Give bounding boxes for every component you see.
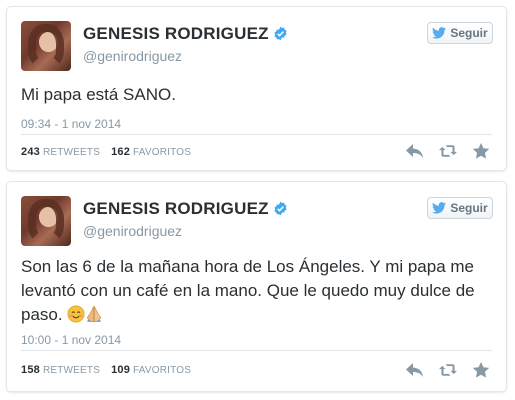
divider (21, 350, 492, 351)
tweet-actions (406, 143, 490, 159)
display-name[interactable]: GENESIS RODRIGUEZ (83, 199, 288, 219)
retweets-label: RETWEETS (42, 147, 101, 158)
favorites-label: FAVORITOS (133, 147, 192, 158)
display-name-text[interactable]: GENESIS RODRIGUEZ (83, 24, 269, 43)
tweet-stats: 243 RETWEETS 162 FAVORITOS (21, 146, 199, 158)
display-name-text[interactable]: GENESIS RODRIGUEZ (83, 199, 269, 218)
praying-hands-icon (87, 306, 102, 322)
retweets-count: 158 (21, 364, 40, 376)
star-icon[interactable] (472, 143, 490, 159)
star-icon[interactable] (472, 362, 490, 378)
avatar[interactable] (21, 196, 71, 246)
follow-label: Seguir (450, 201, 488, 215)
favorites-stat[interactable]: 162 FAVORITOS (111, 146, 192, 158)
favorites-count: 162 (111, 146, 131, 158)
retweets-count: 243 (21, 146, 40, 158)
tweet-card: GENESIS RODRIGUEZ @genirodriguez Seguir … (6, 6, 507, 171)
reply-icon[interactable] (406, 362, 424, 378)
verified-badge-icon (274, 26, 287, 41)
tweet-text: Son las 6 de la mañana hora de Los Ángel… (21, 255, 490, 327)
tweet-timestamp[interactable]: 09:34 - 1 nov 2014 (21, 117, 121, 131)
verified-badge-icon (274, 201, 287, 216)
retweets-label: RETWEETS (42, 365, 101, 376)
tweet-stats: 158 RETWEETS 109 FAVORITOS (21, 364, 199, 376)
smiling-face-icon (67, 305, 85, 323)
twitter-bird-icon (432, 27, 447, 39)
favorites-label: FAVORITOS (133, 365, 192, 376)
favorites-stat[interactable]: 109 FAVORITOS (111, 364, 192, 376)
user-handle[interactable]: @genirodriguez (83, 223, 182, 239)
avatar[interactable] (21, 21, 71, 71)
retweets-stat[interactable]: 243 RETWEETS (21, 146, 101, 158)
favorites-count: 109 (111, 364, 131, 376)
twitter-bird-icon (432, 202, 447, 214)
retweet-icon[interactable] (439, 362, 457, 378)
display-name[interactable]: GENESIS RODRIGUEZ (83, 24, 288, 44)
reply-icon[interactable] (406, 143, 424, 159)
tweet-timestamp[interactable]: 10:00 - 1 nov 2014 (21, 333, 121, 347)
tweet-card: GENESIS RODRIGUEZ @genirodriguez Seguir … (6, 181, 507, 392)
retweet-icon[interactable] (439, 143, 457, 159)
tweet-actions (406, 362, 490, 378)
follow-button[interactable]: Seguir (427, 197, 493, 219)
retweets-stat[interactable]: 158 RETWEETS (21, 364, 101, 376)
user-handle[interactable]: @genirodriguez (83, 48, 182, 64)
follow-button[interactable]: Seguir (427, 22, 493, 44)
tweet-text: Mi papa está SANO. (21, 85, 176, 104)
follow-label: Seguir (450, 26, 488, 40)
divider (21, 134, 492, 135)
